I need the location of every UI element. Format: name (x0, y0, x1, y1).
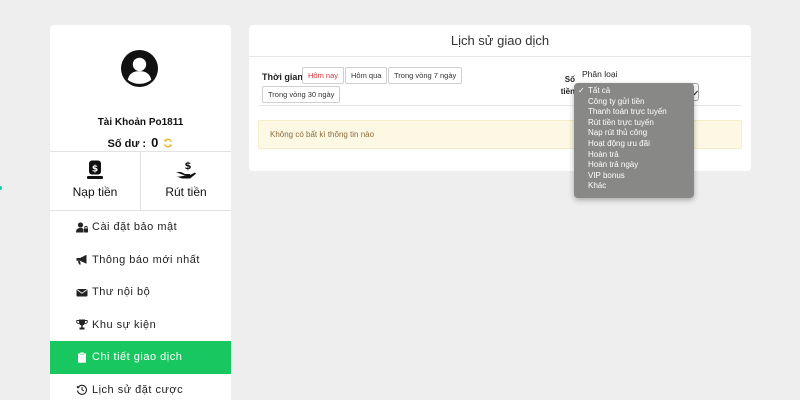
amount-label: Số tiền (555, 74, 575, 98)
time-filter-label: Thời gian (262, 72, 303, 82)
menu-label: Thư nội bộ (92, 286, 151, 299)
envelope-icon (76, 288, 88, 297)
menu-label: Thông báo mới nhất (92, 253, 200, 266)
dropdown-option-all[interactable]: Tất cả (574, 86, 694, 97)
dropdown-option-other[interactable]: Khác (574, 181, 694, 192)
dropdown-option-rebate[interactable]: Hoàn trả (574, 150, 694, 161)
menu-latest-notifications[interactable]: Thông báo mới nhất (50, 244, 231, 277)
balance-row: Số dư : 0 (50, 135, 231, 150)
profile-card: Tài Khoản Po1811 Số dư : 0 (50, 25, 231, 152)
deposit-money-icon: $ (87, 160, 103, 179)
balance-label: Số dư : (107, 138, 147, 150)
edge-indicator (0, 186, 2, 190)
history-icon (76, 385, 87, 396)
dropdown-option-company-deposit[interactable]: Công ty gửi tiền (574, 97, 694, 108)
deposit-button[interactable]: $ Nạp tiền (50, 152, 140, 210)
dropdown-option-online-payment[interactable]: Thanh toán trực tuyến (574, 107, 694, 118)
menu-betting-history[interactable]: Lịch sử đặt cược (50, 374, 231, 400)
user-avatar-icon[interactable] (121, 50, 158, 87)
category-dropdown-menu: Tất cả Công ty gửi tiền Thanh toán trực … (574, 83, 694, 198)
filter-7-days-button[interactable]: Trong vòng 7 ngày (388, 67, 463, 84)
dropdown-option-vip-bonus[interactable]: VIP bonus (574, 171, 694, 182)
withdraw-button[interactable]: $ Rút tiền (140, 152, 231, 210)
filter-yesterday-button[interactable]: Hôm qua (345, 67, 388, 84)
menu-label: Khu sự kiện (92, 318, 157, 331)
account-sidebar: Tài Khoản Po1811 Số dư : 0 $ Nạp tiền $ (50, 25, 231, 400)
withdraw-money-icon: $ (176, 161, 196, 179)
clipboard-icon (78, 351, 86, 363)
menu-security-settings[interactable]: Cài đặt bảo mật (50, 211, 231, 244)
svg-text:$: $ (92, 165, 98, 175)
dropdown-option-online-withdraw[interactable]: Rút tiền trực tuyến (574, 118, 694, 129)
withdraw-label: Rút tiền (165, 185, 207, 199)
deposit-label: Nạp tiền (72, 185, 118, 199)
money-actions: $ Nạp tiền $ Rút tiền (50, 152, 231, 211)
filter-30-days-button[interactable]: Trong vòng 30 ngày (262, 86, 341, 103)
user-lock-icon (76, 222, 88, 233)
balance-value: 0 (151, 135, 159, 150)
filter-today-button[interactable]: Hôm nay (302, 67, 345, 84)
amount-label-line1: Số (564, 75, 575, 84)
menu-label: Chi tiết giao dịch (92, 351, 183, 364)
menu-internal-mail[interactable]: Thư nội bộ (50, 276, 231, 309)
trophy-icon (76, 319, 88, 330)
bullhorn-icon (76, 255, 87, 265)
menu-event-zone[interactable]: Khu sự kiện (50, 309, 231, 342)
category-label: Phân loại (582, 69, 618, 79)
refresh-icon[interactable] (163, 138, 173, 148)
svg-text:$: $ (185, 161, 192, 172)
menu-transaction-details[interactable]: Chi tiết giao dịch (50, 341, 231, 374)
dropdown-option-promotions[interactable]: Hoạt động ưu đãi (574, 139, 694, 150)
account-name: Tài Khoản Po1811 (97, 117, 184, 128)
dropdown-option-manual[interactable]: Nạp rút thủ công (574, 128, 694, 139)
menu-label: Cài đặt bảo mật (92, 221, 178, 234)
amount-label-line2: tiền (560, 87, 575, 96)
page-title: Lịch sử giao dịch (249, 25, 751, 57)
dropdown-option-daily-rebate[interactable]: Hoàn trả ngày (574, 160, 694, 171)
menu-label: Lịch sử đặt cược (92, 383, 184, 396)
